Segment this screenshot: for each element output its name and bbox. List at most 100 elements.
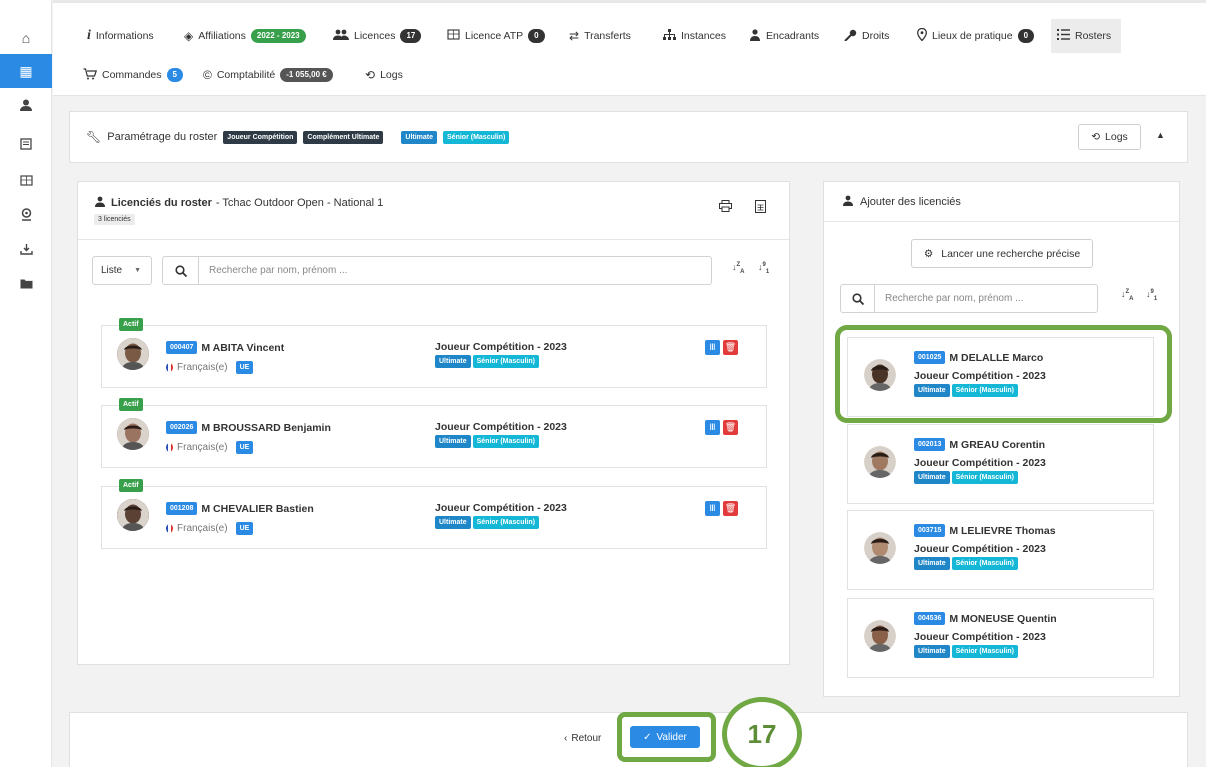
search-icon [163,256,199,285]
tag-ultimate: Ultimate [914,471,950,484]
tab-licences[interactable]: Licences 17 [327,19,427,53]
status-badge: Actif [119,479,143,492]
candidate-card[interactable]: 002013 M GREAU Corentin Joueur Compétiti… [847,424,1154,504]
collapse-caret-icon[interactable]: ▲ [1156,130,1165,140]
licence-type: Joueur Compétition - 2023 [435,341,567,353]
member-name: M ABITA Vincent [201,341,285,354]
key-icon [844,29,857,44]
licence-type: Joueur Compétition - 2023 [435,502,567,514]
sort-alpha-icon[interactable]: ↓ZA [732,262,745,275]
sort-numeric-icon[interactable]: ↓91 [1146,289,1157,302]
tab-encadrants[interactable]: Encadrants [743,19,825,53]
columns-icon[interactable]: Ⅲ [705,340,720,355]
tab-affiliations[interactable]: ◈ Affiliations 2022 - 2023 [178,19,312,53]
chevron-left-icon: ‹ [564,733,568,744]
location-icon[interactable] [0,197,52,231]
check-icon: ✓ [643,731,652,743]
trash-icon[interactable]: 🗑︎ [723,501,738,516]
add-card-title: Ajouter des licenciés [860,196,961,208]
users-icon [94,196,107,210]
flag-icon[interactable] [0,164,52,198]
roster-member-row: Actif 002026 M BROUSSARD Benjamin França… [101,398,767,468]
tab-informations[interactable]: i Informations [81,19,160,53]
download-icon[interactable] [0,232,52,266]
tab-licence-atp[interactable]: Licence ATP 0 [441,19,551,53]
sort-numeric-icon[interactable]: ↓91 [758,262,769,275]
logs-button[interactable]: ⟲ Logs [1078,124,1141,150]
avatar [864,446,896,478]
home-icon[interactable]: ⌂ [0,21,52,55]
tab-droits[interactable]: Droits [838,19,895,53]
tab-lieux-de-pratique[interactable]: Lieux de pratique 0 [911,19,1040,53]
add-search-input[interactable]: Recherche par nom, prénom ... [840,284,1098,313]
tag-ultimate: Ultimate [914,557,950,570]
sort-alpha-icon[interactable]: ↓ZA [1121,289,1134,302]
tag-senior: Sénior (Masculin) [951,471,1018,484]
history-icon: ⟲ [1091,131,1101,143]
tag-senior: Sénior (Masculin) [951,557,1018,570]
avatar [864,620,896,652]
status-badge: Actif [119,318,143,331]
roster-member-row: Actif 000407 M ABITA Vincent Français(e)… [101,318,767,388]
french-flag-icon [166,524,173,533]
tag-senior: Sénior (Masculin) [472,355,539,368]
back-link[interactable]: ‹ Retour [564,733,601,744]
print-icon[interactable] [719,200,732,215]
licences-badge: 17 [400,29,422,43]
nationality: Français(e) [177,523,228,534]
info-icon: i [87,28,91,43]
tab-instances[interactable]: Instances [657,19,732,53]
tag-senior: Sénior (Masculin) [951,645,1018,658]
licence-type: Joueur Compétition - 2023 [914,631,1046,643]
tab-logs[interactable]: ⟲ Logs [359,58,409,92]
roster-title: Licenciés du roster [111,197,212,209]
view-select[interactable]: Liste ▼ [92,256,152,285]
licence-number-badge: 004536 [914,612,946,625]
cart-icon [83,67,98,83]
add-members-card: Ajouter des licenciés ⚙ Lancer une reche… [823,181,1180,697]
validate-button[interactable]: ✓ Valider [630,726,700,748]
left-icon-bar: ⌂ ▦ [0,0,52,767]
folder-icon[interactable] [0,266,52,300]
chevron-down-icon: ▼ [134,267,142,274]
users-icon [333,29,349,43]
precise-search-button[interactable]: ⚙ Lancer une recherche précise [911,239,1093,268]
licence-number-badge: 002013 [914,438,946,451]
building-icon[interactable]: ▦ [0,54,52,88]
licence-type: Joueur Compétition - 2023 [914,457,1046,469]
tabs-bar: i Informations ◈ Affiliations 2022 - 202… [53,0,1206,96]
french-flag-icon [166,443,173,452]
gear-icon: ⚙ [923,247,934,260]
flag-icon [447,29,460,43]
roster-count-badge: 3 licenciés [94,214,135,225]
tab-commandes[interactable]: Commandes 5 [77,58,189,92]
comptabilite-badge: -1 055,00 € [280,68,333,82]
candidate-card[interactable]: 003715 M LELIEVRE Thomas Joueur Compétit… [847,510,1154,590]
french-flag-icon [166,363,173,372]
roster-card-header: Licenciés du roster - Tchac Outdoor Open… [78,182,789,240]
spreadsheet-icon[interactable] [755,200,766,216]
tab-rosters[interactable]: Rosters [1051,19,1121,53]
users-icon[interactable] [0,88,52,122]
tab-transferts[interactable]: ⇄ Transferts [563,19,637,53]
history-icon: ⟲ [365,68,376,82]
tag-ultimate: Ultimate [435,355,471,368]
avatar [117,499,149,531]
columns-icon[interactable]: Ⅲ [705,501,720,516]
candidate-name: M LELIEVRE Thomas [949,524,1056,537]
swap-icon: ⇄ [569,29,580,43]
trash-icon[interactable]: 🗑︎ [723,420,738,435]
candidate-card[interactable]: 004536 M MONEUSE Quentin Joueur Compétit… [847,598,1154,678]
licence-number-badge: 003715 [914,524,946,537]
highlight-frame [835,325,1172,423]
users-icon [842,195,855,209]
search-icon [841,284,875,313]
roster-search-input[interactable]: Recherche par nom, prénom ... [162,256,712,285]
tag-ultimate: Ultimate [914,645,950,658]
tab-comptabilite[interactable]: © Comptabilité -1 055,00 € [197,58,339,92]
roster-settings-panel: 🔧︎ Paramétrage du roster Joueur Compétit… [69,111,1188,163]
columns-icon[interactable]: Ⅲ [705,420,720,435]
nationality: Français(e) [177,442,228,453]
trash-icon[interactable]: 🗑︎ [723,340,738,355]
document-icon[interactable] [0,127,52,161]
